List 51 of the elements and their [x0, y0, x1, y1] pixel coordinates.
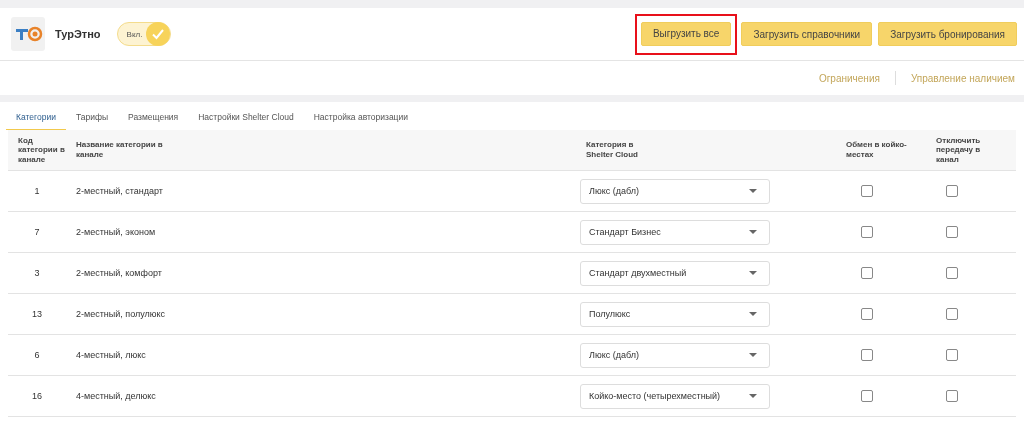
table-cell-text: 2-местный, комфорт [75, 268, 163, 278]
checkbox[interactable] [946, 390, 958, 402]
category-dropdown[interactable]: Стандарт двухместный [580, 260, 770, 286]
table-cell-text: 2-местный, эконом [75, 227, 157, 237]
table-cell-text: 1 [33, 186, 41, 196]
category-dropdown[interactable]: Стандарт Бизнес [580, 219, 770, 245]
category-dropdown[interactable]: Полулюкс [580, 301, 770, 327]
table-cell-text: 16 [31, 391, 43, 401]
column-header: Обмен в койко-местах [845, 140, 908, 160]
action-button[interactable]: Загрузить справочники [741, 22, 873, 46]
checkbox[interactable] [861, 349, 873, 361]
checkbox[interactable] [946, 267, 958, 279]
table-cell-text: 4-местный, делюкс [75, 391, 157, 401]
tab[interactable]: Размещения [118, 110, 189, 130]
checkbox[interactable] [861, 185, 873, 197]
logo-icon [11, 17, 45, 51]
toggle-switch[interactable]: Вкл. [116, 22, 172, 46]
table-cell-text: 7 [33, 227, 41, 237]
column-header: Категория в Shelter Cloud [585, 140, 639, 160]
tab[interactable]: Настройки Shelter Cloud [188, 110, 304, 130]
category-dropdown[interactable]: Люкс (дабл) [580, 342, 770, 368]
category-dropdown[interactable]: Койко-место (четырехместный) [580, 383, 770, 409]
checkbox[interactable] [861, 226, 873, 238]
table-cell-text: 13 [31, 309, 43, 319]
caret-icon [749, 230, 757, 234]
checkbox[interactable] [946, 349, 958, 361]
channel-name: ТурЭтно [55, 28, 101, 40]
action-button[interactable]: Загрузить бронирования [878, 22, 1017, 46]
column-header: Отключить передачу в канал [935, 135, 982, 165]
column-header: Код категории в канале [17, 135, 66, 165]
caret-icon [749, 189, 757, 193]
checkbox[interactable] [861, 267, 873, 279]
table-cell-text: 3 [33, 268, 41, 278]
caret-icon [749, 394, 757, 398]
table-cell-text: 6 [33, 350, 41, 360]
table-cell-text: 2-местный, стандарт [75, 186, 164, 196]
table-cell-text: 4-местный, люкс [75, 350, 147, 360]
checkbox[interactable] [861, 390, 873, 402]
category-dropdown[interactable]: Люкс (дабл) [580, 178, 770, 204]
caret-icon [749, 271, 757, 275]
checkbox[interactable] [946, 185, 958, 197]
caret-icon [749, 312, 757, 316]
tab[interactable]: Тарифы [65, 110, 118, 130]
action-button[interactable]: Выгрузить все [640, 21, 732, 46]
caret-icon [749, 353, 757, 357]
checkbox[interactable] [946, 308, 958, 320]
table-cell-text: 2-местный, полулюкс [75, 309, 167, 319]
tab[interactable]: Настройка авторизации [303, 110, 418, 130]
checkbox[interactable] [946, 226, 958, 238]
checkbox[interactable] [861, 308, 873, 320]
column-header: Название категории в канале [75, 140, 164, 160]
